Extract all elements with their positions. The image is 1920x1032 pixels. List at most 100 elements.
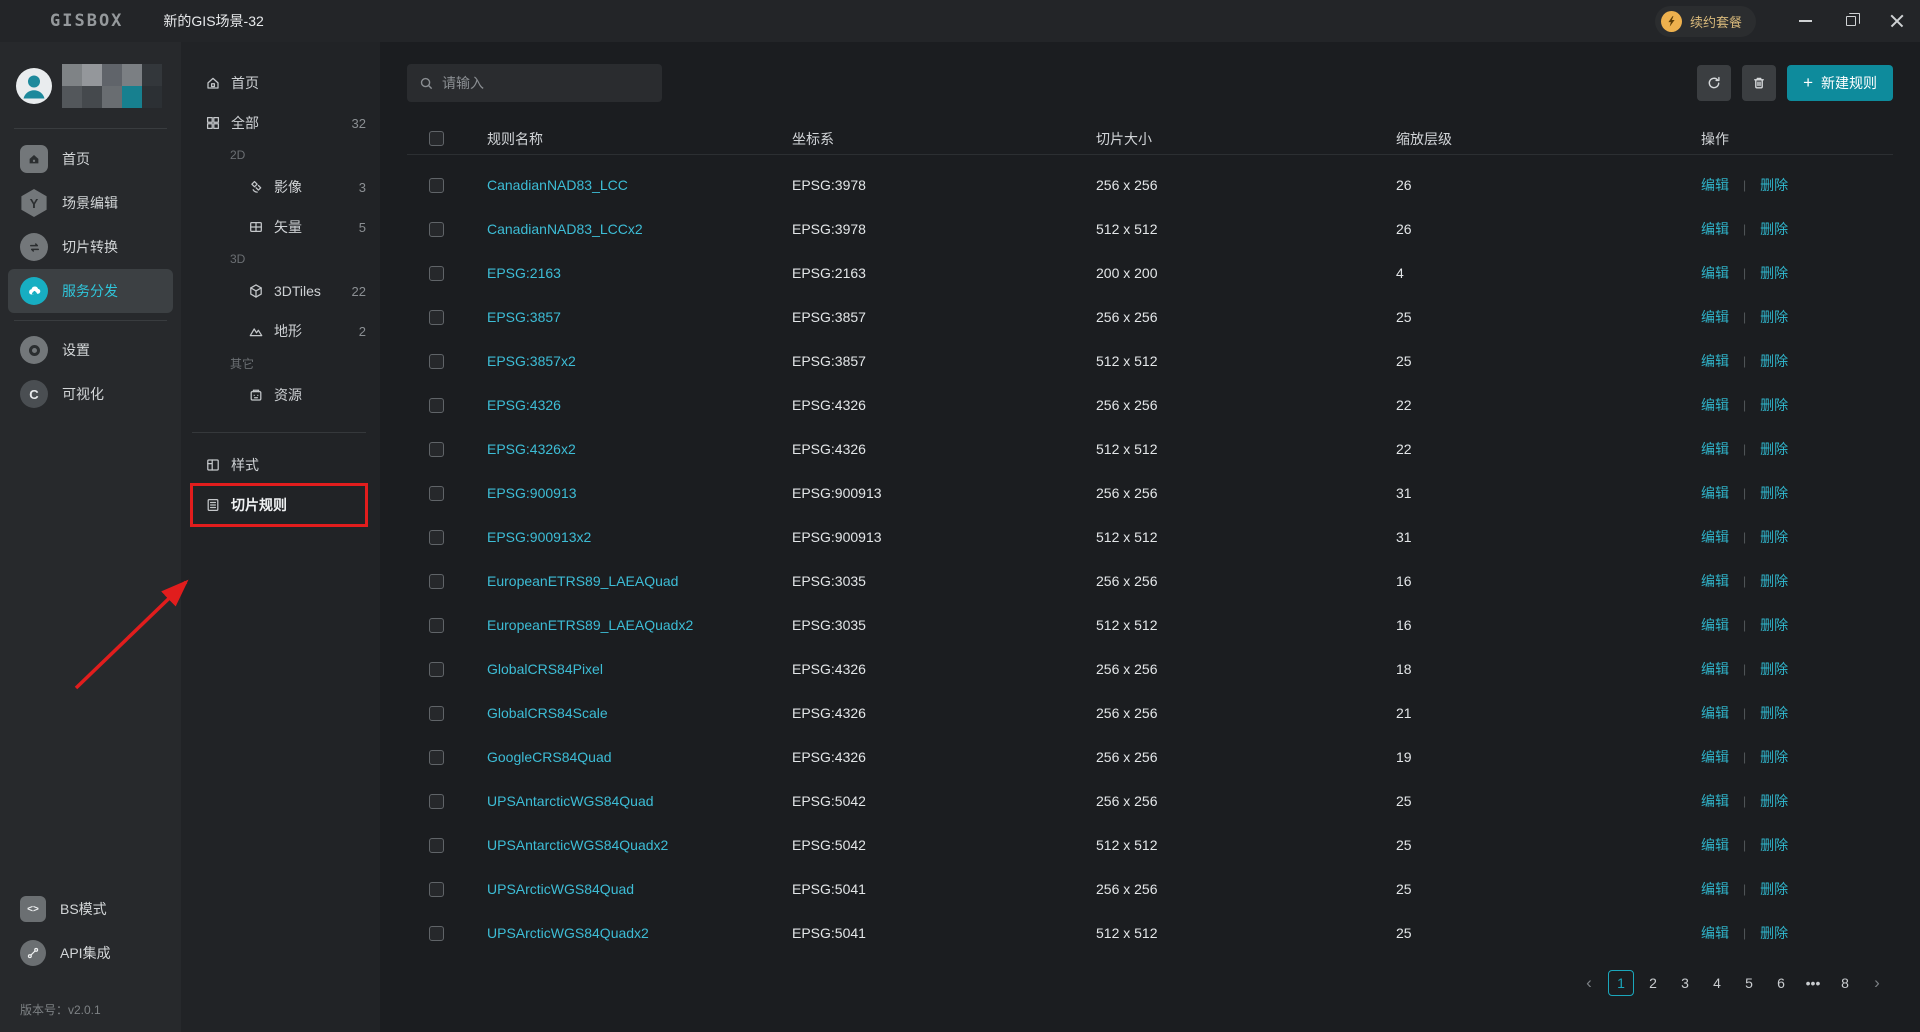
page-button-8[interactable]: 8	[1832, 970, 1858, 996]
rule-name-link[interactable]: UPSAntarcticWGS84Quadx2	[487, 837, 792, 853]
page-button-2[interactable]: 2	[1640, 970, 1666, 996]
rule-name-link[interactable]: UPSAntarcticWGS84Quad	[487, 793, 792, 809]
delete-link[interactable]: 删除	[1760, 615, 1788, 635]
edit-link[interactable]: 编辑	[1701, 747, 1729, 767]
close-button[interactable]	[1874, 0, 1920, 42]
delete-link[interactable]: 删除	[1760, 483, 1788, 503]
page-button-1[interactable]: 1	[1608, 970, 1634, 996]
edit-link[interactable]: 编辑	[1701, 307, 1729, 327]
prev-page-chevron-icon[interactable]: ‹	[1576, 970, 1602, 996]
panel-item-资源[interactable]: 资源	[192, 375, 366, 415]
panel-item-切片规则[interactable]: 切片规则	[190, 483, 368, 527]
edit-link[interactable]: 编辑	[1701, 219, 1729, 239]
delete-link[interactable]: 删除	[1760, 791, 1788, 811]
row-checkbox[interactable]	[429, 881, 444, 897]
rule-name-link[interactable]: UPSArcticWGS84Quadx2	[487, 925, 792, 941]
edit-link[interactable]: 编辑	[1701, 263, 1729, 283]
edit-link[interactable]: 编辑	[1701, 659, 1729, 679]
row-checkbox[interactable]	[429, 749, 444, 765]
edit-link[interactable]: 编辑	[1701, 483, 1729, 503]
avatar[interactable]	[16, 68, 52, 104]
delete-link[interactable]: 删除	[1760, 527, 1788, 547]
rule-name-link[interactable]: UPSArcticWGS84Quad	[487, 881, 792, 897]
delete-link[interactable]: 删除	[1760, 219, 1788, 239]
edit-link[interactable]: 编辑	[1701, 527, 1729, 547]
renew-plan-button[interactable]: 续约套餐	[1654, 5, 1756, 37]
row-checkbox[interactable]	[429, 705, 444, 721]
rule-name-link[interactable]: EPSG:900913x2	[487, 529, 792, 545]
rule-name-link[interactable]: GlobalCRS84Scale	[487, 705, 792, 721]
delete-link[interactable]: 删除	[1760, 923, 1788, 943]
delete-link[interactable]: 删除	[1760, 263, 1788, 283]
delete-link[interactable]: 删除	[1760, 571, 1788, 591]
row-checkbox[interactable]	[429, 397, 444, 413]
page-button-5[interactable]: 5	[1736, 970, 1762, 996]
row-checkbox[interactable]	[429, 573, 444, 589]
edit-link[interactable]: 编辑	[1701, 571, 1729, 591]
row-checkbox[interactable]	[429, 309, 444, 325]
rule-name-link[interactable]: EPSG:2163	[487, 265, 792, 281]
edit-link[interactable]: 编辑	[1701, 175, 1729, 195]
delete-link[interactable]: 删除	[1760, 879, 1788, 899]
row-checkbox[interactable]	[429, 441, 444, 457]
delete-link[interactable]: 删除	[1760, 395, 1788, 415]
page-ellipsis[interactable]: •••	[1800, 970, 1826, 996]
panel-item-全部[interactable]: 全部 32	[192, 103, 366, 143]
rule-name-link[interactable]: EPSG:900913	[487, 485, 792, 501]
rule-name-link[interactable]: EPSG:4326x2	[487, 441, 792, 457]
delete-link[interactable]: 删除	[1760, 439, 1788, 459]
delete-selected-button[interactable]	[1742, 65, 1777, 101]
sidebar-item-4[interactable]: 服务分发	[8, 269, 173, 313]
rule-name-link[interactable]: EPSG:3857x2	[487, 353, 792, 369]
rule-name-link[interactable]: EPSG:4326	[487, 397, 792, 413]
minimize-button[interactable]	[1782, 0, 1828, 42]
delete-link[interactable]: 删除	[1760, 307, 1788, 327]
next-page-chevron-icon[interactable]: ›	[1864, 970, 1890, 996]
row-checkbox[interactable]	[429, 265, 444, 281]
sidebar-item-6[interactable]: C 可视化	[8, 372, 173, 416]
edit-link[interactable]: 编辑	[1701, 439, 1729, 459]
row-checkbox[interactable]	[429, 529, 444, 545]
delete-link[interactable]: 删除	[1760, 659, 1788, 679]
sidebar-item-3[interactable]: 切片转换	[8, 225, 173, 269]
panel-item-首页[interactable]: 首页	[192, 63, 366, 103]
new-rule-button[interactable]: + 新建规则	[1787, 65, 1893, 101]
rule-name-link[interactable]: CanadianNAD83_LCCx2	[487, 221, 792, 237]
sidebar-item-1[interactable]: 首页	[8, 137, 173, 181]
delete-link[interactable]: 删除	[1760, 175, 1788, 195]
edit-link[interactable]: 编辑	[1701, 395, 1729, 415]
sidebar-footer-item[interactable]: API集成	[0, 931, 181, 975]
select-all-checkbox[interactable]	[429, 131, 444, 146]
restore-button[interactable]	[1828, 0, 1874, 42]
rule-name-link[interactable]: EPSG:3857	[487, 309, 792, 325]
edit-link[interactable]: 编辑	[1701, 879, 1729, 899]
page-button-4[interactable]: 4	[1704, 970, 1730, 996]
rule-name-link[interactable]: CanadianNAD83_LCC	[487, 177, 792, 193]
rule-name-link[interactable]: EuropeanETRS89_LAEAQuad	[487, 573, 792, 589]
refresh-button[interactable]	[1697, 65, 1732, 101]
row-checkbox[interactable]	[429, 793, 444, 809]
page-button-6[interactable]: 6	[1768, 970, 1794, 996]
edit-link[interactable]: 编辑	[1701, 791, 1729, 811]
row-checkbox[interactable]	[429, 485, 444, 501]
panel-item-矢量[interactable]: 矢量 5	[192, 207, 366, 247]
rule-name-link[interactable]: GlobalCRS84Pixel	[487, 661, 792, 677]
edit-link[interactable]: 编辑	[1701, 835, 1729, 855]
row-checkbox[interactable]	[429, 837, 444, 853]
row-checkbox[interactable]	[429, 925, 444, 941]
page-button-3[interactable]: 3	[1672, 970, 1698, 996]
edit-link[interactable]: 编辑	[1701, 923, 1729, 943]
row-checkbox[interactable]	[429, 221, 444, 237]
row-checkbox[interactable]	[429, 353, 444, 369]
row-checkbox[interactable]	[429, 661, 444, 677]
panel-item-地形[interactable]: 地形 2	[192, 311, 366, 351]
sidebar-item-5[interactable]: 设置	[8, 328, 173, 372]
sidebar-item-2[interactable]: Y 场景编辑	[8, 181, 173, 225]
edit-link[interactable]: 编辑	[1701, 703, 1729, 723]
rule-name-link[interactable]: EuropeanETRS89_LAEAQuadx2	[487, 617, 792, 633]
delete-link[interactable]: 删除	[1760, 835, 1788, 855]
rule-name-link[interactable]: GoogleCRS84Quad	[487, 749, 792, 765]
edit-link[interactable]: 编辑	[1701, 615, 1729, 635]
sidebar-footer-item[interactable]: <> BS模式	[0, 887, 181, 931]
panel-item-3DTiles[interactable]: 3DTiles 22	[192, 271, 366, 311]
